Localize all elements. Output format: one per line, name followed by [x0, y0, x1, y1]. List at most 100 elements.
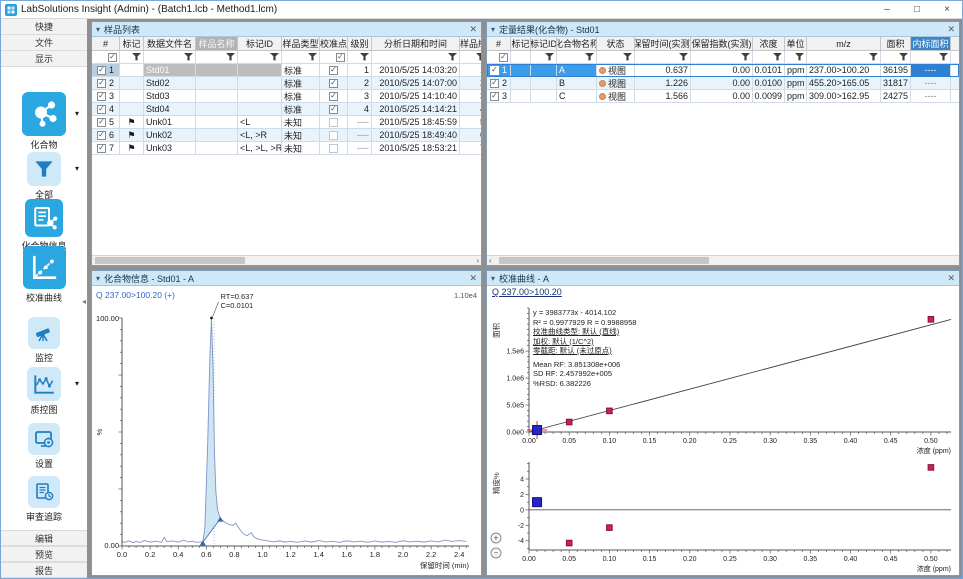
- cell-mark_id[interactable]: [238, 103, 282, 116]
- panel-close-icon[interactable]: ✕: [947, 24, 955, 35]
- cell-file[interactable]: Std02: [144, 77, 196, 90]
- cell-name[interactable]: [196, 90, 238, 103]
- cell-mark[interactable]: ⚑: [120, 116, 144, 129]
- filter-cell-num[interactable]: ✓: [92, 51, 120, 64]
- cell-file[interactable]: Unk03: [144, 142, 196, 155]
- calibration-point-checkbox[interactable]: [329, 131, 338, 140]
- filter-cell-num[interactable]: ✓: [487, 51, 511, 64]
- cell-status[interactable]: 视图: [597, 77, 635, 90]
- cell-datetime[interactable]: 2010/5/25 14:03:20: [372, 64, 460, 77]
- column-header-mark[interactable]: 标记: [120, 37, 144, 51]
- cell-type[interactable]: 未知: [282, 116, 320, 129]
- cell-datetime[interactable]: 2010/5/25 14:10:40: [372, 90, 460, 103]
- cell-level[interactable]: 3: [348, 90, 372, 103]
- filter-cell-mark[interactable]: [120, 51, 144, 64]
- column-header-pad[interactable]: [951, 37, 959, 51]
- cell-mark_id[interactable]: <L: [238, 116, 282, 129]
- sidebar-tool-监控[interactable]: 监控: [1, 317, 87, 364]
- collapse-icon[interactable]: ▾: [491, 274, 495, 283]
- close-button[interactable]: ×: [932, 1, 962, 18]
- cell-name[interactable]: [196, 64, 238, 77]
- cell-cal[interactable]: [320, 142, 348, 155]
- select-all-checkbox[interactable]: ✓: [108, 53, 117, 62]
- filter-cell-compound[interactable]: [557, 51, 597, 64]
- filter-funnel-icon[interactable]: [939, 53, 948, 61]
- quant-row-1[interactable]: ✓1A视图0.6370.000.0101ppm237.00>100.203619…: [487, 64, 959, 77]
- sidebar-bottom-section-0[interactable]: 编辑: [1, 530, 87, 546]
- scroll-right-icon[interactable]: ›: [476, 256, 479, 265]
- sidebar-collapse-icon[interactable]: ◂: [82, 297, 86, 306]
- cell-cal[interactable]: [320, 129, 348, 142]
- cell-mark_id[interactable]: [531, 90, 557, 103]
- cell-vial[interactable]: 4: [460, 103, 481, 116]
- cell-compound[interactable]: B: [557, 77, 597, 90]
- filter-cell-status[interactable]: [597, 51, 635, 64]
- column-header-area[interactable]: 面积: [881, 37, 911, 51]
- cell-vial[interactable]: 6: [460, 129, 481, 142]
- row-checkbox[interactable]: ✓: [97, 92, 106, 101]
- collapse-icon[interactable]: ▾: [96, 25, 100, 34]
- cell-vial[interactable]: 1: [460, 64, 481, 77]
- cell-name[interactable]: [196, 142, 238, 155]
- cell-ri[interactable]: 0.00: [691, 64, 753, 77]
- cell-file[interactable]: Unk01: [144, 116, 196, 129]
- transition-link[interactable]: Q 237.00>100.20: [492, 287, 562, 297]
- filter-funnel-icon[interactable]: [448, 53, 457, 61]
- column-header-datetime[interactable]: 分析日期和时间: [372, 37, 460, 51]
- filter-funnel-icon[interactable]: [184, 53, 193, 61]
- calibration-point-checkbox[interactable]: ✓: [329, 105, 338, 114]
- cell-num[interactable]: ✓5: [92, 116, 120, 129]
- cell-datetime[interactable]: 2010/5/25 14:07:00: [372, 77, 460, 90]
- sample-row-1[interactable]: ✓1Std01标准✓12010/5/25 14:03:2011: [92, 64, 481, 77]
- cell-type[interactable]: 未知: [282, 129, 320, 142]
- column-header-compound[interactable]: 化合物名称: [557, 37, 597, 51]
- row-checkbox[interactable]: ✓: [97, 79, 106, 88]
- cell-mark[interactable]: [120, 103, 144, 116]
- cell-mark_id[interactable]: [531, 64, 557, 77]
- column-header-mark[interactable]: 标记: [511, 37, 531, 51]
- collapse-icon[interactable]: ▾: [96, 274, 100, 283]
- panel-close-icon[interactable]: ✕: [469, 273, 477, 284]
- filter-cell-conc[interactable]: [753, 51, 785, 64]
- cell-mark[interactable]: ⚑: [120, 142, 144, 155]
- cell-level[interactable]: ----: [348, 142, 372, 155]
- row-checkbox[interactable]: ✓: [97, 105, 106, 114]
- sidebar-bottom-section-2[interactable]: 报告: [1, 562, 87, 578]
- filter-funnel-icon[interactable]: [360, 53, 369, 61]
- column-header-istd_area[interactable]: 内标面积: [911, 37, 951, 51]
- cell-num[interactable]: ✓2: [487, 77, 511, 90]
- cell-name[interactable]: [196, 129, 238, 142]
- filter-cell-type[interactable]: [282, 51, 320, 64]
- row-checkbox[interactable]: ✓: [97, 66, 106, 75]
- column-header-rt[interactable]: 保留时间(实测): [635, 37, 691, 51]
- cell-datetime[interactable]: 2010/5/25 18:49:40: [372, 129, 460, 142]
- sample-table-hscrollbar[interactable]: ›: [92, 255, 481, 265]
- cell-mark[interactable]: [511, 77, 531, 90]
- cell-datetime[interactable]: 2010/5/25 14:14:21: [372, 103, 460, 116]
- filter-cell-area[interactable]: [881, 51, 911, 64]
- cell-type[interactable]: 标准: [282, 103, 320, 116]
- cell-ri[interactable]: 0.00: [691, 77, 753, 90]
- column-header-level[interactable]: 级别: [348, 37, 372, 51]
- filter-cell-mark[interactable]: [511, 51, 531, 64]
- cell-file[interactable]: Std01: [144, 64, 196, 77]
- cell-name[interactable]: [196, 103, 238, 116]
- filter-cell-name[interactable]: [196, 51, 238, 64]
- filter-cell-datetime[interactable]: [372, 51, 460, 64]
- chevron-down-icon[interactable]: ▾: [75, 379, 79, 388]
- filter-cell-unit[interactable]: [785, 51, 807, 64]
- cell-unit[interactable]: ppm: [785, 64, 807, 77]
- cell-conc[interactable]: 0.0099: [753, 90, 785, 103]
- column-header-mz[interactable]: m/z: [807, 37, 881, 51]
- sidebar-section-0[interactable]: 快捷: [1, 19, 87, 35]
- cell-mz[interactable]: 309.00>162.95: [807, 90, 881, 103]
- accuracy-plot[interactable]: -4-20240.000.050.100.150.200.250.300.350…: [487, 456, 960, 576]
- cell-level[interactable]: 4: [348, 103, 372, 116]
- row-checkbox[interactable]: ✓: [490, 92, 499, 101]
- cell-pad[interactable]: [951, 77, 959, 90]
- cell-type[interactable]: 未知: [282, 142, 320, 155]
- collapse-icon[interactable]: ▾: [491, 25, 495, 34]
- filter-cell-cal[interactable]: ✓: [320, 51, 348, 64]
- filter-funnel-icon[interactable]: [623, 53, 632, 61]
- sidebar-bottom-section-1[interactable]: 预览: [1, 546, 87, 562]
